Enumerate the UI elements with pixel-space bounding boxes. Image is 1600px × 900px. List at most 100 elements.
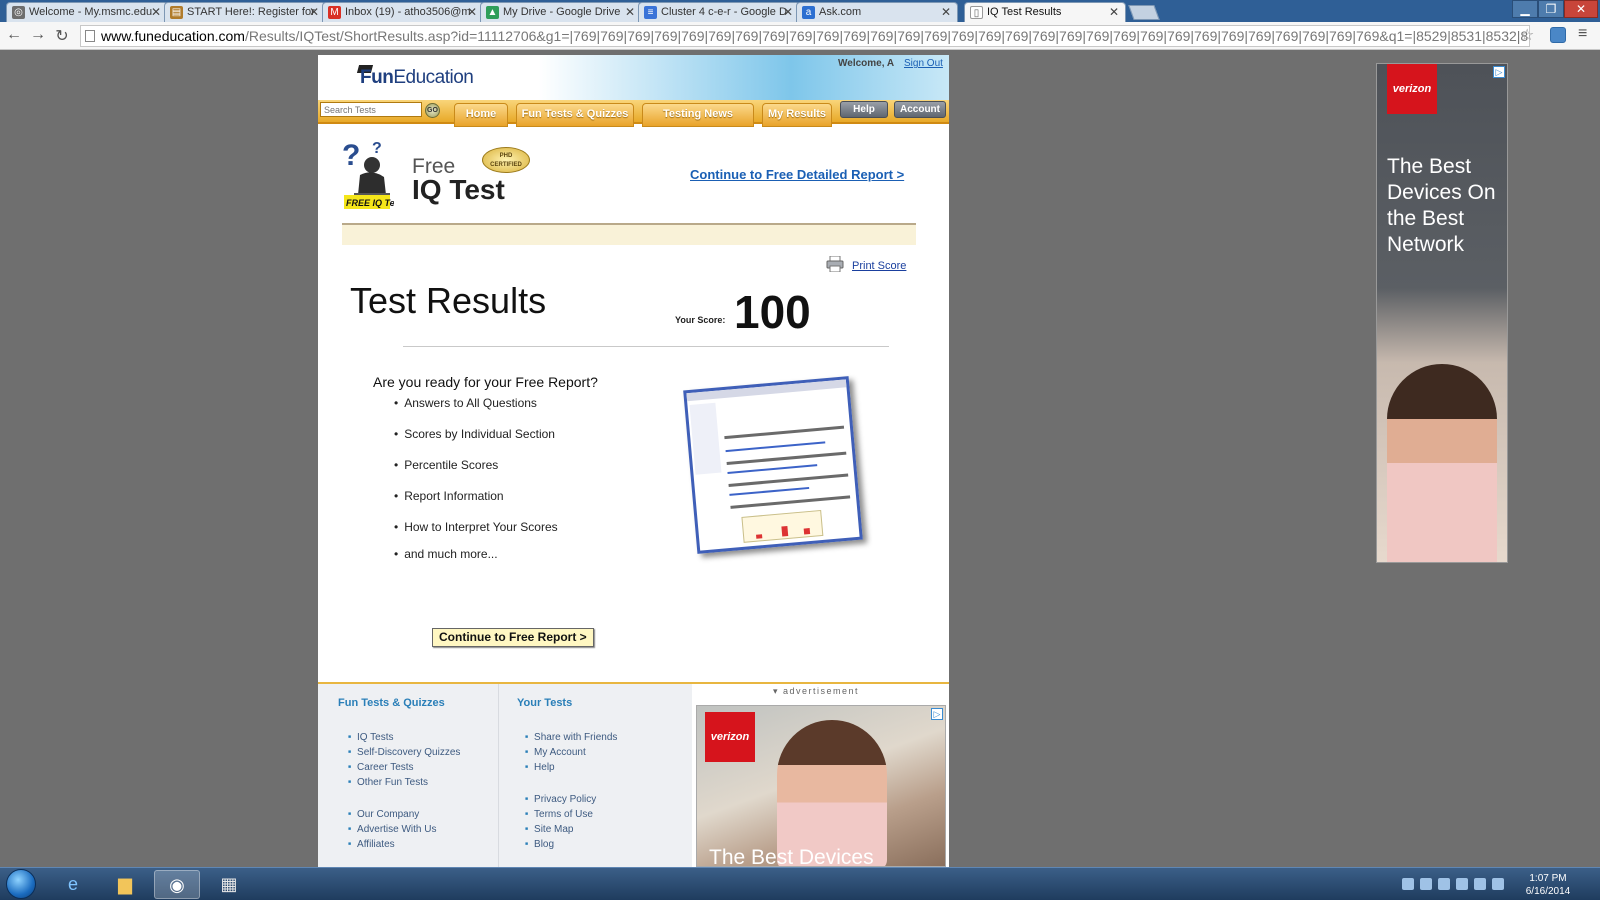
tab-title: Inbox (19) - atho3506@m: [345, 6, 471, 18]
nav-my-results[interactable]: My Results: [762, 103, 832, 127]
footer-link[interactable]: Share with Friends: [525, 732, 617, 743]
svg-text:?: ?: [342, 139, 360, 172]
bookmark-star-icon[interactable]: ☆: [1520, 25, 1534, 45]
footer-column-your-tests: Your Tests Share with Friends My Account…: [498, 684, 692, 867]
close-icon[interactable]: ✕: [467, 5, 477, 19]
canvas-icon: ▤: [170, 6, 183, 19]
nav-home[interactable]: Home: [454, 103, 508, 127]
restore-icon[interactable]: ❐: [1538, 0, 1564, 18]
print-score-link[interactable]: Print Score: [852, 260, 906, 272]
tab-title: Ask.com: [819, 6, 862, 18]
tray-cloud-icon[interactable]: [1438, 878, 1450, 890]
footer-link[interactable]: My Account: [525, 747, 586, 758]
printer-icon[interactable]: [826, 256, 844, 272]
list-item: Scores by Individual Section: [394, 427, 555, 441]
minimize-icon[interactable]: ▁: [1512, 0, 1538, 18]
search-go-button[interactable]: GO: [425, 103, 440, 118]
continue-free-report-button[interactable]: Continue to Free Report >: [432, 628, 594, 647]
paint-icon[interactable]: ▦: [206, 870, 252, 899]
file-explorer-icon[interactable]: ▆: [102, 870, 148, 899]
page-info-icon[interactable]: [85, 30, 95, 42]
tab-title: Welcome - My.msmc.edu: [29, 6, 153, 18]
tab-ask[interactable]: a Ask.com ✕: [796, 2, 958, 22]
nav-testing-news[interactable]: Testing News: [642, 103, 754, 127]
tab-title: Cluster 4 c-e-r - Google D: [661, 6, 787, 18]
verizon-logo: verizon: [705, 712, 755, 762]
tab-iq-test-results[interactable]: ▯ IQ Test Results ✕: [964, 2, 1126, 23]
forward-arrow-icon[interactable]: →: [28, 26, 48, 44]
back-arrow-icon[interactable]: ←: [4, 26, 24, 44]
footer-link[interactable]: Advertise With Us: [348, 824, 436, 835]
window-close-icon[interactable]: ✕: [1564, 0, 1598, 18]
footer-link[interactable]: Terms of Use: [525, 809, 593, 820]
close-icon[interactable]: ✕: [625, 5, 635, 19]
close-icon[interactable]: ✕: [1109, 5, 1119, 19]
sign-out-link[interactable]: Sign Out: [904, 58, 943, 69]
site-logo[interactable]: FunEducation: [360, 67, 474, 89]
gmail-icon: M: [328, 6, 341, 19]
url-domain: www.funeducation.com: [101, 28, 245, 44]
taskbar-clock[interactable]: 1:07 PM 6/16/2014: [1516, 872, 1580, 898]
browser-toolbar: ← → ↻ www.funeducation.com/Results/IQTes…: [0, 22, 1600, 50]
ad-photo: [1387, 364, 1497, 562]
close-icon[interactable]: ✕: [941, 5, 951, 19]
report-preview-image: [683, 376, 863, 554]
footer-link[interactable]: Privacy Policy: [525, 794, 596, 805]
chrome-menu-icon[interactable]: ≡: [1578, 25, 1587, 43]
tab-google-doc[interactable]: ≡ Cluster 4 c-e-r - Google D ✕: [638, 2, 800, 22]
address-bar[interactable]: www.funeducation.com/Results/IQTest/Shor…: [80, 25, 1530, 47]
phd-certified-badge: PHD CERTIFIED: [482, 147, 530, 173]
close-icon[interactable]: ✕: [309, 5, 319, 19]
page-content: FunEducation Welcome, A Sign Out GO Home…: [318, 55, 949, 867]
footer-column-fun-tests: Fun Tests & Quizzes IQ Tests Self-Discov…: [318, 684, 498, 867]
nav-help[interactable]: Help: [840, 101, 888, 118]
close-icon[interactable]: ✕: [783, 5, 793, 19]
tab-myMSMC[interactable]: ◎ Welcome - My.msmc.edu ✕: [6, 2, 168, 22]
chrome-icon[interactable]: ◉: [154, 870, 200, 899]
windows-start-icon[interactable]: [6, 869, 36, 899]
nav-account[interactable]: Account: [894, 101, 946, 118]
verizon-ad-sidebar[interactable]: verizon ▷ The Best Devices On the Best N…: [1376, 63, 1508, 563]
new-tab-button[interactable]: [1128, 5, 1160, 20]
score-label: Your Score:: [675, 315, 726, 325]
tray-update-icon[interactable]: [1456, 878, 1468, 890]
tray-alert-icon[interactable]: [1420, 878, 1432, 890]
footer-link[interactable]: Self-Discovery Quizzes: [348, 747, 460, 758]
url-path: /Results/IQTest/ShortResults.asp?id=1111…: [244, 28, 1530, 44]
windows-taskbar: e ▆ ◉ ▦ 1:07 PM 6/16/2014: [0, 867, 1600, 900]
volume-icon[interactable]: [1492, 878, 1504, 890]
drive-icon: ▲: [486, 6, 499, 19]
footer-link[interactable]: Affiliates: [348, 839, 395, 850]
footer-link[interactable]: Other Fun Tests: [348, 777, 428, 788]
tab-google-drive[interactable]: ▲ My Drive - Google Drive ✕: [480, 2, 642, 22]
continue-detailed-report-link[interactable]: Continue to Free Detailed Report >: [690, 167, 904, 182]
tray-display-icon[interactable]: [1474, 878, 1486, 890]
advertisement-label: ▾ advertisement: [773, 686, 860, 696]
close-icon[interactable]: ✕: [151, 5, 161, 19]
site-nav: GO Home Fun Tests & Quizzes Testing News…: [318, 100, 949, 127]
tab-title: IQ Test Results: [987, 6, 1062, 18]
tab-inbox[interactable]: M Inbox (19) - atho3506@m ✕: [322, 2, 484, 22]
iq-test-title: IQ Test: [412, 174, 505, 205]
extension-icon[interactable]: [1550, 27, 1566, 43]
footer-link[interactable]: IQ Tests: [348, 732, 394, 743]
reload-icon[interactable]: ↻: [52, 26, 72, 46]
footer-link[interactable]: Help: [525, 762, 555, 773]
tab-start-here[interactable]: ▤ START Here!: Register for ✕: [164, 2, 326, 22]
footer-link[interactable]: Our Company: [348, 809, 419, 820]
internet-explorer-icon[interactable]: e: [50, 870, 96, 899]
section-divider: [342, 223, 916, 245]
footer-link[interactable]: Blog: [525, 839, 554, 850]
nav-fun-tests[interactable]: Fun Tests & Quizzes: [516, 103, 634, 127]
logo-caption: FREE IQ Test: [346, 198, 394, 208]
adchoices-icon[interactable]: ▷: [931, 708, 943, 720]
tray-network-icon[interactable]: [1402, 878, 1414, 890]
adchoices-icon[interactable]: ▷: [1493, 66, 1505, 78]
tab-title: My Drive - Google Drive: [503, 6, 621, 18]
footer-link[interactable]: Site Map: [525, 824, 573, 835]
ask-icon: a: [802, 6, 815, 19]
footer-link[interactable]: Career Tests: [348, 762, 414, 773]
search-input[interactable]: [320, 102, 422, 117]
ad-photo: [777, 720, 887, 866]
verizon-ad-bottom[interactable]: verizon ▷ The Best Devices: [696, 705, 946, 867]
